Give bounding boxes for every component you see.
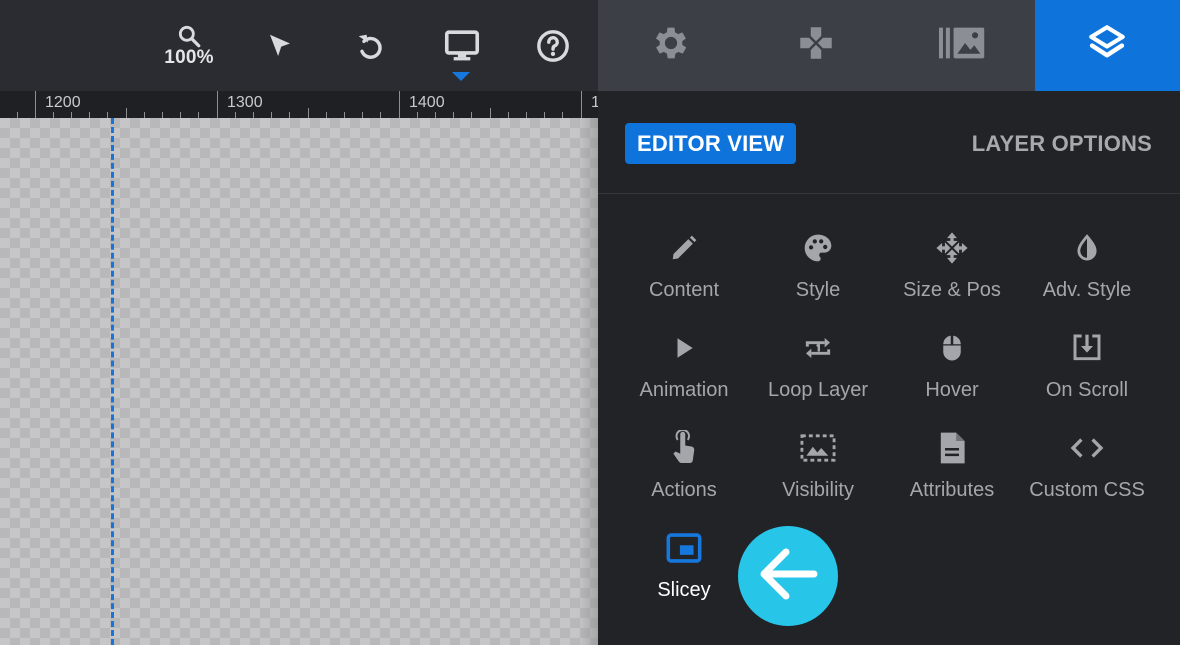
view-switcher: EDITOR VIEW LAYER OPTIONS [598,91,1180,194]
option-slicey[interactable]: Slicey [617,526,751,616]
sidebar-tabbar [598,0,1180,91]
back-button[interactable] [738,526,838,626]
select-tool-button[interactable] [260,0,300,91]
gamepad-icon [795,22,837,69]
ruler-label: 1 [591,94,598,111]
palette-icon [802,226,834,270]
zoom-icon [176,23,202,49]
option-label: Loop Layer [767,379,869,401]
option-actions[interactable]: Actions [617,426,751,516]
ruler-label: 1400 [409,94,445,111]
image-dashed-icon [800,426,836,470]
ruler-ticks [17,91,582,118]
media-gallery-icon [938,25,985,66]
zoom-button[interactable]: 100% [160,0,218,91]
undo-icon [354,30,386,62]
option-style[interactable]: Style [751,226,885,316]
help-button[interactable] [532,0,574,91]
option-label: Attributes [909,479,995,501]
tab-gamepad[interactable] [744,0,890,91]
ruler-label: 1300 [227,94,263,111]
undo-button[interactable] [350,0,390,91]
play-icon [671,326,697,370]
option-visibility[interactable]: Visibility [751,426,885,516]
document-icon [938,426,966,470]
option-animation[interactable]: Animation [617,326,751,416]
cursor-arrow-icon [265,31,295,61]
canvas-edge-shade [578,118,598,645]
option-custom-css[interactable]: Custom CSS [1020,426,1154,516]
code-icon [1070,426,1104,470]
move-arrows-icon [935,226,969,270]
active-device-indicator [452,72,470,81]
option-on-scroll[interactable]: On Scroll [1020,326,1154,416]
drop-icon [1073,226,1101,270]
horizontal-ruler[interactable]: 1200 1300 1400 1 [0,91,598,118]
option-label: Custom CSS [1029,479,1145,501]
mouse-icon [937,326,967,370]
editor-toolbar: 100% [0,0,598,91]
tab-settings[interactable] [598,0,744,91]
layers-icon [1086,22,1128,69]
option-label: Hover [925,379,979,401]
help-icon [536,29,570,63]
transparent-canvas[interactable] [0,118,598,645]
option-content[interactable]: Content [617,226,751,316]
option-hover[interactable]: Hover [885,326,1019,416]
option-label: Style [795,279,841,301]
touch-hand-icon [669,426,699,470]
zoom-level: 100% [164,46,214,68]
guide-line[interactable] [111,118,114,645]
loop-icon [802,326,834,370]
option-label: Slicey [657,579,711,601]
scroll-download-icon [1070,326,1104,370]
option-label: Visibility [782,479,854,501]
gear-icon [650,22,692,69]
arrow-left-icon [756,546,820,607]
option-label: Content [648,279,720,301]
picture-in-picture-icon [666,526,702,570]
option-label: Actions [651,479,717,501]
tab-layers[interactable] [1034,0,1180,91]
option-label: On Scroll [1045,379,1129,401]
option-size-pos[interactable]: Size & Pos [885,226,1019,316]
editor-view-button[interactable]: EDITOR VIEW [625,123,797,164]
option-attributes[interactable]: Attributes [885,426,1019,516]
pencil-icon [669,226,699,270]
ruler-label: 1200 [45,94,81,111]
option-loop-layer[interactable]: Loop Layer [751,326,885,416]
option-label: Animation [639,379,729,401]
desktop-monitor-icon [444,29,480,63]
layer-options-button[interactable]: LAYER OPTIONS [972,123,1152,164]
option-adv-style[interactable]: Adv. Style [1020,226,1154,316]
option-label: Adv. Style [1042,279,1132,301]
option-label: Size & Pos [903,279,1001,301]
tab-media[interactable] [889,0,1035,91]
